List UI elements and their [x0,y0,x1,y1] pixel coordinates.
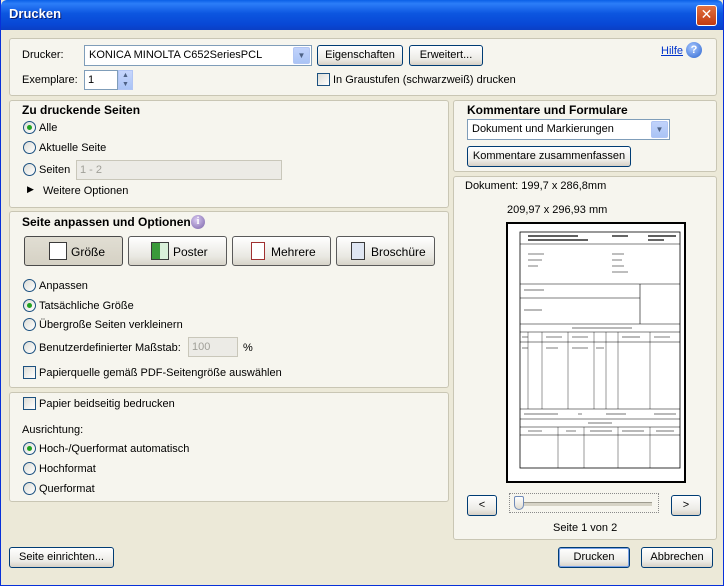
more-options-label[interactable]: Weitere Optionen [43,185,128,197]
page-preview-thumbnail [519,231,681,469]
paper-source-checkbox[interactable] [23,366,36,379]
custom-scale-label[interactable]: Benutzerdefinierter Maßstab: [39,342,181,354]
pages-range-input[interactable]: 1 - 2 [76,160,282,180]
pages-all-label[interactable]: Alle [39,122,57,134]
orientation-auto-label[interactable]: Hoch-/Querformat automatisch [39,443,189,455]
shrink-radio[interactable] [23,318,36,331]
window-title: Drucken [9,6,62,21]
info-icon[interactable]: i [191,215,205,229]
comments-heading: Kommentare und Formulare [467,103,628,117]
actual-size-radio[interactable] [23,299,36,312]
cancel-button[interactable]: Abbrechen [641,547,713,568]
pages-range-radio[interactable] [23,163,36,176]
pages-all-radio[interactable] [23,121,36,134]
page-indicator: Seite 1 von 2 [553,522,618,534]
tab-poster[interactable]: Poster [128,236,227,266]
booklet-icon [351,242,365,260]
pages-current-label[interactable]: Aktuelle Seite [39,142,106,154]
copies-label: Exemplare: [22,74,78,86]
copies-value: 1 [88,74,95,86]
fit-radio[interactable] [23,279,36,292]
spin-up-icon[interactable]: ▲ [119,71,132,80]
copies-stepper[interactable]: ▲ ▼ [118,70,133,90]
tab-multiple[interactable]: Mehrere [232,236,331,266]
advanced-button[interactable]: Erweitert... [409,45,483,66]
comments-select-value: Dokument und Markierungen [472,123,614,135]
print-button[interactable]: Drucken [558,547,630,568]
orientation-landscape-label[interactable]: Querformat [39,483,95,495]
size-icon [49,242,67,260]
scale-input[interactable]: 100 [188,337,238,357]
page-slider[interactable] [509,493,659,513]
page-setup-button[interactable]: Seite einrichten... [9,547,114,568]
document-size: Dokument: 199,7 x 286,8mm [465,180,607,192]
properties-button[interactable]: Eigenschaften [317,45,403,66]
summarize-comments-button[interactable]: Kommentare zusammenfassen [467,146,631,167]
pages-range-label[interactable]: Seiten [39,164,70,176]
multiple-pages-icon [251,242,265,260]
actual-size-label[interactable]: Tatsächliche Größe [39,300,134,312]
custom-scale-radio[interactable] [23,341,36,354]
grayscale-checkbox[interactable] [317,73,330,86]
poster-icon [151,242,169,260]
orientation-portrait-label[interactable]: Hochformat [39,463,96,475]
copies-input[interactable]: 1 [84,70,118,90]
title-bar: Drucken ✕ [1,0,723,30]
chevron-down-icon[interactable]: ▼ [293,47,310,64]
next-page-button[interactable]: > [671,495,701,516]
orientation-landscape-radio[interactable] [23,482,36,495]
help-icon[interactable]: ? [686,42,702,58]
print-dialog: Drucken ✕ Drucker: KONICA MINOLTA C652Se… [0,0,724,586]
tab-size-label: Größe [71,245,106,259]
page-slider-thumb[interactable] [514,496,524,510]
spin-down-icon[interactable]: ▼ [119,80,132,89]
duplex-checkbox[interactable] [23,397,36,410]
pages-current-radio[interactable] [23,141,36,154]
comments-select[interactable]: Dokument und Markierungen ▼ [467,119,670,140]
chevron-down-icon[interactable]: ▼ [651,121,668,138]
fit-options-heading: Seite anpassen und Optionen [22,215,191,229]
help-link[interactable]: Hilfe [661,45,683,57]
previous-page-button[interactable]: < [467,495,497,516]
printer-label: Drucker: [22,49,64,61]
pages-range-value: 1 - 2 [80,164,103,176]
tab-booklet-label: Broschüre [371,245,426,259]
orientation-portrait-radio[interactable] [23,462,36,475]
page-preview [506,222,686,483]
orientation-auto-radio[interactable] [23,442,36,455]
tab-booklet[interactable]: Broschüre [336,236,435,266]
tab-multiple-label: Mehrere [271,245,316,259]
close-icon[interactable]: ✕ [696,5,717,26]
fit-label[interactable]: Anpassen [39,280,88,292]
expand-arrow-icon[interactable]: ▶ [27,184,34,195]
grayscale-label[interactable]: In Graustufen (schwarzweiß) drucken [333,74,516,86]
shrink-label[interactable]: Übergroße Seiten verkleinern [39,319,183,331]
scale-value: 100 [192,341,211,353]
percent-label: % [243,342,253,354]
duplex-label[interactable]: Papier beidseitig bedrucken [39,398,175,410]
page-size: 209,97 x 296,93 mm [507,204,608,216]
printer-select[interactable]: KONICA MINOLTA C652SeriesPCL ▼ [84,45,312,66]
paper-source-label[interactable]: Papierquelle gemäß PDF-Seitengröße auswä… [39,367,282,379]
pages-heading: Zu druckende Seiten [22,103,141,117]
printer-select-value: KONICA MINOLTA C652SeriesPCL [89,49,263,61]
tab-size[interactable]: Größe [24,236,123,266]
orientation-label: Ausrichtung: [22,424,84,436]
tab-poster-label: Poster [173,245,208,259]
